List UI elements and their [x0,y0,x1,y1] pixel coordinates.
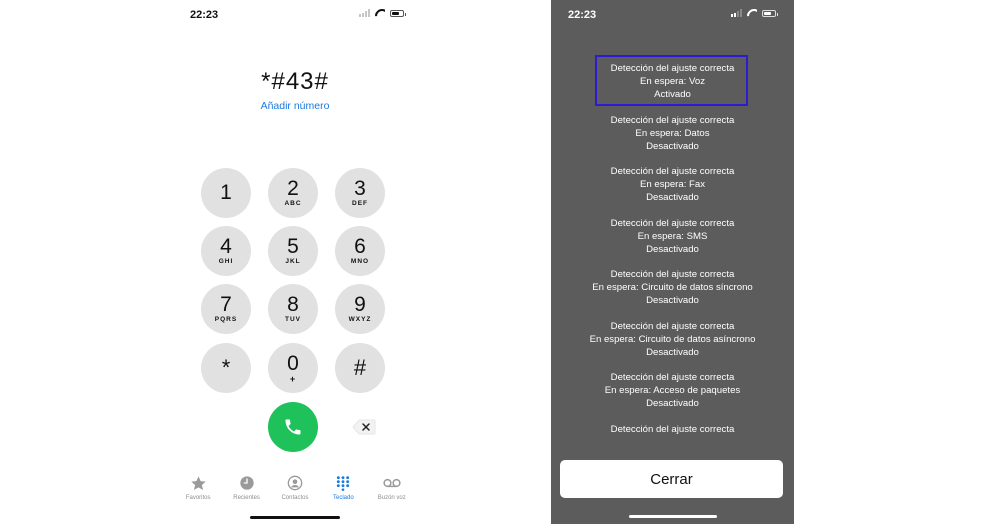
tab-label: Favoritos [185,495,211,501]
signal-icon [359,9,370,17]
phone-icon [285,419,301,435]
backspace-icon [352,419,376,435]
key-1[interactable]: 1 [201,168,251,218]
key-hash[interactable]: # [335,343,385,393]
key-digit: 2 [287,177,299,200]
result-item: Detección del ajuste correcta En espera:… [551,165,794,217]
key-digit: 5 [287,235,299,258]
status-icons [731,9,778,17]
battery-icon [762,9,778,17]
result-item: Detección del ajuste correcta En espera:… [551,320,794,372]
add-number-link[interactable]: Añadir número [168,100,422,112]
status-time: 22:23 [190,9,219,21]
result-line: Desactivado [646,192,699,203]
mmi-result-screen: 22:23 Detección del ajuste correcta En e… [551,0,794,524]
result-line: Detección del ajuste correcta [610,114,735,126]
status-bar: 22:23 [168,0,422,28]
wifi-icon [375,9,385,17]
battery-icon [390,9,406,17]
status-time: 22:23 [568,9,597,21]
result-line: Detección del ajuste correcta [610,269,735,280]
result-item: Detección del ajuste correcta En espera:… [551,371,794,423]
result-line: Desactivado [646,346,699,358]
wifi-icon [747,9,757,17]
key-digit: * [221,355,231,380]
key-6[interactable]: 6 MNO [335,226,385,276]
key-letters: WXYZ [348,316,372,323]
home-indicator[interactable] [629,515,717,518]
result-line: Desactivado [646,140,699,152]
key-8[interactable]: 8 TUV [268,284,318,334]
result-line: En espera: Acceso de paquetes [604,385,741,396]
result-line: Detección del ajuste correcta [610,166,735,177]
tab-label: Buzón voz [377,495,406,501]
key-3[interactable]: 3 DEF [335,168,385,218]
tab-label: Teclado [333,495,354,501]
key-9[interactable]: 9 WXYZ [335,284,385,334]
tab-label: Contactos [281,495,309,501]
key-digit: 6 [354,235,366,258]
result-line: Detección del ajuste correcta [610,320,735,332]
key-digit: 1 [220,181,232,204]
key-digit: 3 [354,177,366,200]
tab-teclado[interactable]: Teclado [320,474,366,514]
key-letters: MNO [350,258,370,265]
key-4[interactable]: 4 GHI [201,226,251,276]
key-0[interactable]: 0 + [268,343,318,393]
result-line: En espera: Circuito de datos síncrono [592,282,753,293]
key-letters: PQRS [214,316,238,323]
result-list: Detección del ajuste correcta En espera:… [551,62,794,474]
tab-contactos[interactable]: Contactos [272,474,318,514]
key-letters: JKL [285,258,301,265]
tab-bar: Favoritos Recientes Contactos Teclado Bu… [168,474,422,514]
key-digit: 0 [287,352,299,375]
key-digit: # [353,355,367,380]
key-digit: 9 [354,293,366,316]
result-line: Desactivado [646,398,699,409]
star-icon [189,474,207,492]
tab-favoritos[interactable]: Favoritos [175,474,221,514]
home-indicator[interactable] [250,516,340,519]
voicemail-icon [383,474,401,492]
result-line: En espera: Fax [639,179,706,190]
keypad-icon [334,474,352,492]
dialed-number: *#43# [261,68,329,95]
tab-buzon-voz[interactable]: Buzón voz [369,474,415,514]
status-bar: 22:23 [551,0,794,28]
status-icons [359,9,406,17]
key-5[interactable]: 5 JKL [268,226,318,276]
result-line: En espera: Datos [635,127,710,139]
result-line: Desactivado [646,243,699,255]
key-2[interactable]: 2 ABC [268,168,318,218]
key-7[interactable]: 7 PQRS [201,284,251,334]
clock-icon [238,474,256,492]
delete-button[interactable] [351,418,377,436]
tab-label: Recientes [233,495,260,501]
key-letters: TUV [285,316,301,323]
dialer-screen: 22:23 *#43# Añadir número 1 2 ABC 3 DEF … [168,0,422,524]
key-letters: ABC [284,200,302,207]
key-star[interactable]: * [201,343,251,393]
tab-recientes[interactable]: Recientes [224,474,270,514]
signal-icon [731,9,742,17]
result-item: Detección del ajuste correcta En espera:… [551,114,794,166]
result-line: Detección del ajuste correcta [610,423,735,435]
result-line: Detección del ajuste correcta [610,217,735,229]
result-line: En espera: SMS [637,230,708,242]
key-letters: + [289,374,297,384]
result-line: En espera: Circuito de datos asíncrono [589,333,756,345]
key-letters: GHI [218,258,234,265]
result-item: Detección del ajuste correcta En espera:… [551,217,794,269]
key-digit: 8 [287,293,299,316]
call-button[interactable] [268,402,318,452]
highlight-box [595,55,748,106]
person-icon [286,474,304,492]
result-line: Detección del ajuste correcta [610,372,735,383]
key-letters: DEF [352,200,368,207]
result-line: Desactivado [646,295,699,306]
result-item: Detección del ajuste correcta En espera:… [551,268,794,320]
key-digit: 4 [220,235,232,258]
key-digit: 7 [220,293,232,316]
close-button[interactable]: Cerrar [560,460,783,498]
